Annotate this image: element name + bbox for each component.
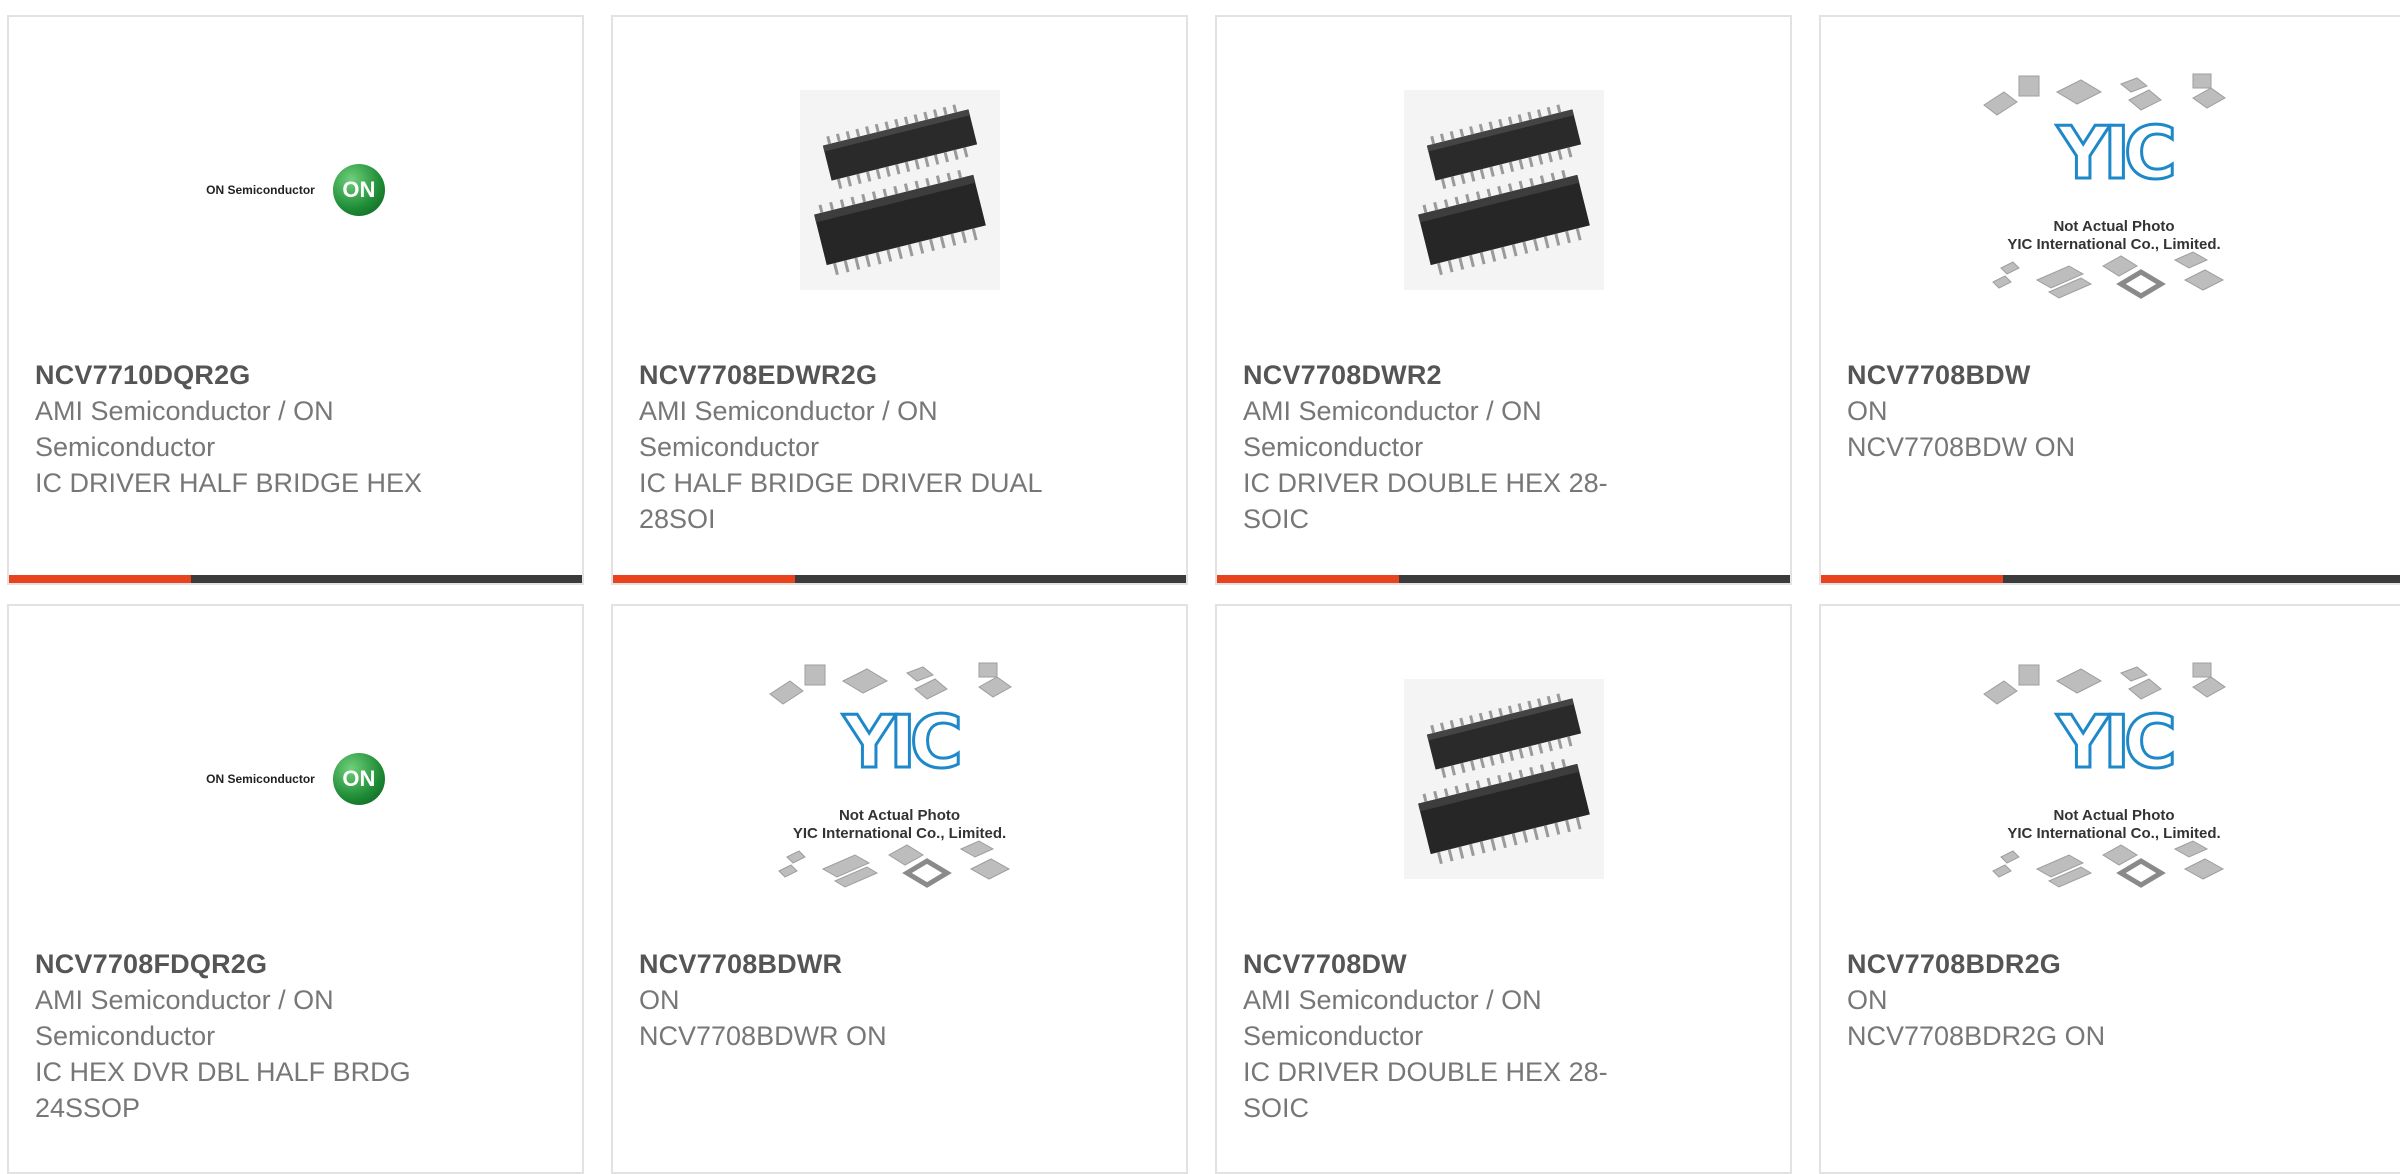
manufacturer: ON — [1847, 396, 1888, 426]
soic-chip-image — [799, 89, 1000, 290]
svg-text:YIC: YIC — [2056, 700, 2173, 784]
card-bottom-bar — [1217, 575, 1790, 583]
card-bottom-bar — [9, 575, 582, 583]
product-card[interactable]: YIC Not Actual Photo YIC International C… — [1819, 15, 2400, 585]
product-card[interactable]: YIC Not Actual Photo YIC International C… — [1819, 604, 2400, 1174]
manufacturer: ON — [639, 985, 680, 1015]
card-accent — [1821, 575, 2003, 583]
product-card[interactable]: NCV7708DW AMI Semiconductor / ON Semicon… — [1215, 604, 1792, 1174]
manufacturer: AMI Semiconductor / ON Semiconductor — [1243, 985, 1542, 1051]
on-semiconductor-logo: ON Semiconductor ON — [206, 752, 385, 805]
yic-placeholder-image: YIC Not Actual Photo YIC International C… — [765, 659, 1035, 899]
description: NCV7708BDW ON — [1847, 432, 2076, 462]
yic-caption-line1: Not Actual Photo — [2053, 806, 2175, 824]
description: IC DRIVER DOUBLE HEX 28-SOIC — [1243, 468, 1608, 534]
product-card[interactable]: NCV7708EDWR2G AMI Semiconductor / ON Sem… — [611, 15, 1188, 585]
product-card[interactable]: ON Semiconductor ON NCV7710DQR2G AMI Sem… — [7, 15, 584, 585]
description: NCV7708BDWR ON — [639, 1021, 887, 1051]
package-icons: YIC — [768, 662, 1012, 888]
product-thumbnail[interactable]: YIC Not Actual Photo YIC International C… — [1821, 606, 2400, 951]
description: IC DRIVER HALF BRIDGE HEX — [35, 468, 423, 498]
part-number-link[interactable]: NCV7708EDWR2G — [639, 357, 1059, 393]
part-number-link[interactable]: NCV7708DWR2 — [1243, 357, 1663, 393]
manufacturer: AMI Semiconductor / ON Semiconductor — [35, 985, 334, 1051]
soic-chip-image — [1403, 89, 1604, 290]
yic-placeholder-image: YIC Not Actual Photo YIC International C… — [1979, 659, 2249, 899]
package-icons: YIC — [1983, 73, 2226, 299]
description: IC HALF BRIDGE DRIVER DUAL 28SOI — [639, 468, 1042, 534]
package-icons: YIC — [1983, 662, 2226, 888]
yic-placeholder-image: YIC Not Actual Photo YIC International C… — [1979, 70, 2249, 310]
part-number-link[interactable]: NCV7708BDW — [1847, 357, 2267, 393]
product-thumbnail[interactable]: ON Semiconductor ON — [9, 606, 582, 951]
svg-text:YIC: YIC — [2056, 111, 2173, 195]
part-number-link[interactable]: NCV7708BDWR — [639, 946, 1059, 982]
svg-text:YIC: YIC — [842, 700, 959, 784]
on-logo-mark: ON — [332, 752, 385, 805]
soic-chip-image — [1403, 678, 1604, 879]
product-card[interactable]: NCV7708DWR2 AMI Semiconductor / ON Semic… — [1215, 15, 1792, 585]
part-number-link[interactable]: NCV7708FDQR2G — [35, 946, 455, 982]
on-logo-mark: ON — [332, 163, 385, 216]
part-number-link[interactable]: NCV7708DW — [1243, 946, 1663, 982]
yic-caption-line2: YIC International Co., Limited. — [792, 824, 1007, 842]
description: IC HEX DVR DBL HALF BRDG 24SSOP — [35, 1057, 411, 1123]
product-card[interactable]: YIC Not Actual Photo YIC International C… — [611, 604, 1188, 1174]
card-bottom-bar — [1821, 575, 2400, 583]
description: NCV7708BDR2G ON — [1847, 1021, 2106, 1051]
product-thumbnail[interactable] — [1217, 606, 1790, 951]
part-number-link[interactable]: NCV7710DQR2G — [35, 357, 455, 393]
on-semiconductor-logo: ON Semiconductor ON — [206, 163, 385, 216]
yic-caption-line1: Not Actual Photo — [2053, 217, 2175, 235]
card-accent — [1217, 575, 1399, 583]
card-accent — [613, 575, 795, 583]
part-number-link[interactable]: NCV7708BDR2G — [1847, 946, 2267, 982]
product-thumbnail[interactable] — [613, 17, 1186, 362]
product-thumbnail[interactable] — [1217, 17, 1790, 362]
card-bottom-bar — [613, 575, 1186, 583]
product-grid: ON Semiconductor ON NCV7710DQR2G AMI Sem… — [0, 0, 2400, 1174]
description: IC DRIVER DOUBLE HEX 28-SOIC — [1243, 1057, 1608, 1123]
manufacturer: ON — [1847, 985, 1888, 1015]
manufacturer: AMI Semiconductor / ON Semiconductor — [1243, 396, 1542, 462]
product-thumbnail[interactable]: ON Semiconductor ON — [9, 17, 582, 362]
manufacturer: AMI Semiconductor / ON Semiconductor — [639, 396, 938, 462]
product-card[interactable]: ON Semiconductor ON NCV7708FDQR2G AMI Se… — [7, 604, 584, 1174]
manufacturer: AMI Semiconductor / ON Semiconductor — [35, 396, 334, 462]
product-thumbnail[interactable]: YIC Not Actual Photo YIC International C… — [1821, 17, 2400, 362]
yic-caption-line2: YIC International Co., Limited. — [2007, 824, 2221, 842]
yic-caption-line1: Not Actual Photo — [838, 806, 961, 824]
card-accent — [9, 575, 191, 583]
yic-caption-line2: YIC International Co., Limited. — [2007, 235, 2221, 253]
product-thumbnail[interactable]: YIC Not Actual Photo YIC International C… — [613, 606, 1186, 951]
